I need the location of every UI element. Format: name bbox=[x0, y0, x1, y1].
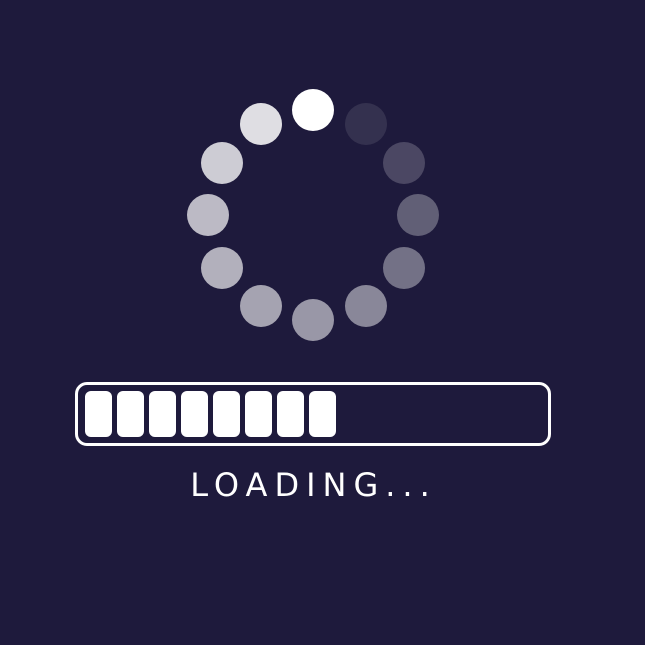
spinner-dot bbox=[187, 194, 229, 236]
progress-segment bbox=[149, 391, 176, 437]
loading-label: LOADING... bbox=[190, 466, 437, 504]
loading-screen: LOADING... bbox=[0, 0, 645, 645]
spinner-dot bbox=[292, 89, 334, 131]
progress-segment bbox=[277, 391, 304, 437]
spinner-dot bbox=[344, 284, 387, 327]
spinner-dot bbox=[239, 284, 282, 327]
spinner-dot bbox=[397, 194, 439, 236]
spinner-dot bbox=[344, 103, 387, 146]
progress-fill bbox=[85, 391, 336, 437]
progress-bar bbox=[75, 382, 551, 446]
progress-segment bbox=[245, 391, 272, 437]
spinner-dot bbox=[382, 246, 425, 289]
progress-segment bbox=[181, 391, 208, 437]
progress-segment bbox=[309, 391, 336, 437]
spinner-icon bbox=[0, 0, 645, 645]
progress-segment bbox=[213, 391, 240, 437]
spinner-dot bbox=[382, 141, 425, 184]
progress-segment bbox=[85, 391, 112, 437]
spinner-dot bbox=[201, 246, 244, 289]
progress-segment bbox=[117, 391, 144, 437]
spinner-dot bbox=[201, 141, 244, 184]
spinner-dot bbox=[292, 299, 334, 341]
spinner-dot bbox=[239, 103, 282, 146]
